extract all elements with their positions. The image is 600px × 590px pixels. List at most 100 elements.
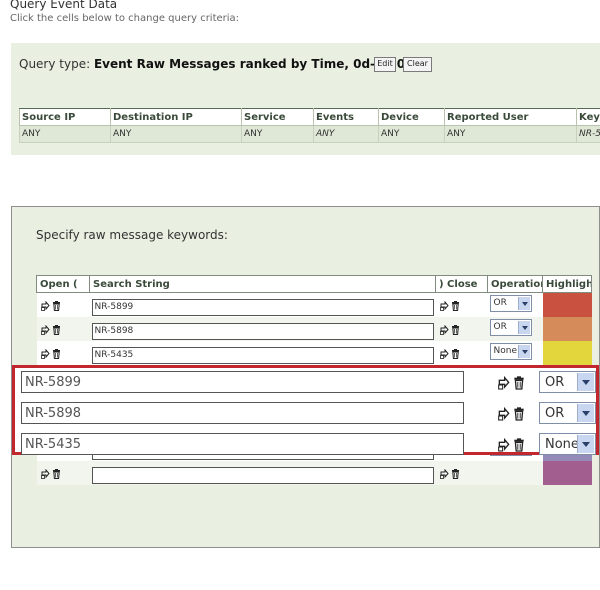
open-delete-icon[interactable] (52, 349, 61, 359)
open-add-paren-icon[interactable] (40, 325, 50, 335)
operation-select[interactable]: OR (489, 294, 532, 312)
chevron-down-icon[interactable] (577, 373, 594, 391)
search-string-input[interactable] (91, 466, 434, 484)
highlight-cell (542, 317, 592, 341)
open-paren-cell (36, 292, 90, 317)
operation-cell: OR (487, 317, 543, 341)
criteria-cell-device[interactable]: ANY (378, 125, 445, 143)
zoomed-delete-icon[interactable] (513, 437, 525, 452)
operation-value: OR (493, 297, 507, 308)
criteria-cell-source-ip[interactable]: ANY (19, 125, 111, 143)
highlight-color-swatch[interactable] (542, 341, 592, 365)
operation-select[interactable]: OR (489, 318, 532, 336)
search-string-cell (89, 317, 436, 341)
chevron-down-icon[interactable] (517, 320, 530, 334)
close-add-paren-icon[interactable] (439, 349, 449, 359)
query-type-label: Query type: (19, 57, 91, 71)
zoomed-operation-select[interactable]: None (539, 433, 596, 455)
zoomed-search-string-input[interactable] (21, 402, 464, 424)
keyword-row: None (36, 341, 592, 365)
zoomed-delete-icon[interactable] (513, 406, 525, 421)
column-open: Open ( (36, 275, 90, 293)
open-paren-cell (36, 341, 90, 365)
operation-cell: None (487, 341, 543, 365)
open-paren-cell (36, 461, 90, 485)
open-add-paren-icon[interactable] (40, 469, 50, 479)
zoomed-keyword-row: None (18, 430, 596, 458)
keywords-heading: Specify raw message keywords: (36, 228, 228, 242)
search-string-cell (89, 461, 436, 485)
chevron-down-icon[interactable] (577, 404, 594, 422)
criteria-cell-destination-ip[interactable]: ANY (110, 125, 242, 143)
zoomed-delete-icon[interactable] (513, 375, 525, 390)
close-delete-icon[interactable] (451, 349, 460, 359)
criteria-cell-events[interactable]: ANY (313, 125, 379, 143)
open-delete-icon[interactable] (52, 469, 61, 479)
criteria-table: Source IP Destination IP Service Events … (19, 108, 600, 143)
operation-cell: OR (487, 292, 543, 317)
criteria-header-keywords: Keywo (576, 108, 600, 126)
criteria-header-device: Device (378, 108, 445, 126)
criteria-cell-keywords[interactable]: NR-5 (576, 125, 600, 143)
zoomed-operation-value: OR (545, 375, 565, 390)
zoomed-search-string-input[interactable] (21, 433, 464, 455)
open-add-paren-icon[interactable] (40, 349, 50, 359)
close-delete-icon[interactable] (451, 301, 460, 311)
open-paren-cell (36, 317, 90, 341)
open-delete-icon[interactable] (52, 325, 61, 335)
close-add-paren-icon[interactable] (439, 469, 449, 479)
keyword-row (36, 461, 592, 485)
search-string-input[interactable] (91, 346, 434, 364)
zoomed-add-paren-icon[interactable] (498, 437, 510, 452)
close-delete-icon[interactable] (451, 325, 460, 335)
edit-button[interactable]: Edit (374, 57, 396, 72)
close-delete-icon[interactable] (451, 469, 460, 479)
chevron-down-icon[interactable] (517, 344, 530, 358)
open-add-paren-icon[interactable] (40, 301, 50, 311)
operation-cell (487, 461, 543, 485)
zoomed-operation-select[interactable]: OR (539, 371, 596, 393)
chevron-down-icon[interactable] (517, 296, 530, 310)
open-delete-icon[interactable] (52, 301, 61, 311)
criteria-cell-reported-user[interactable]: ANY (444, 125, 577, 143)
highlight-color-swatch[interactable] (542, 461, 592, 485)
close-paren-cell (435, 341, 488, 365)
search-string-cell (89, 341, 436, 365)
keyword-row: OR (36, 292, 592, 317)
highlight-color-swatch[interactable] (542, 293, 592, 317)
chevron-down-icon[interactable] (577, 435, 594, 453)
highlight-cell (542, 292, 592, 317)
zoomed-operation-select[interactable]: OR (539, 402, 596, 424)
zoomed-add-paren-icon[interactable] (498, 375, 510, 390)
column-operation: Operation (487, 275, 543, 293)
zoomed-operation-value: OR (545, 406, 565, 421)
search-string-cell (89, 292, 436, 317)
page-title: Query Event Data (10, 0, 118, 11)
close-paren-cell (435, 292, 488, 317)
criteria-header-service: Service (241, 108, 314, 126)
search-string-input[interactable] (91, 322, 434, 340)
highlight-cell (542, 341, 592, 365)
search-string-input[interactable] (91, 298, 434, 316)
close-paren-cell (435, 461, 488, 485)
zoomed-keyword-row: OR (18, 399, 596, 427)
criteria-header-destination-ip: Destination IP (110, 108, 242, 126)
close-add-paren-icon[interactable] (439, 301, 449, 311)
highlight-color-swatch[interactable] (542, 317, 592, 341)
clear-button[interactable]: Clear (403, 57, 432, 72)
zoomed-add-paren-icon[interactable] (498, 406, 510, 421)
criteria-header-reported-user: Reported User (444, 108, 577, 126)
zoomed-search-string-input[interactable] (21, 371, 464, 393)
close-paren-cell (435, 317, 488, 341)
criteria-cell-service[interactable]: ANY (241, 125, 314, 143)
query-type-line: Query type: Event Raw Messages ranked by… (19, 57, 426, 71)
criteria-header-source-ip: Source IP (19, 108, 111, 126)
close-add-paren-icon[interactable] (439, 325, 449, 335)
keyword-row: OR (36, 317, 592, 341)
operation-value: OR (493, 321, 507, 332)
highlight-cell (542, 461, 592, 485)
zoomed-keyword-row: OR (18, 368, 596, 396)
operation-select[interactable]: None (489, 342, 532, 360)
column-close: ) Close (435, 275, 488, 293)
zoomed-operation-value: None (545, 437, 579, 452)
